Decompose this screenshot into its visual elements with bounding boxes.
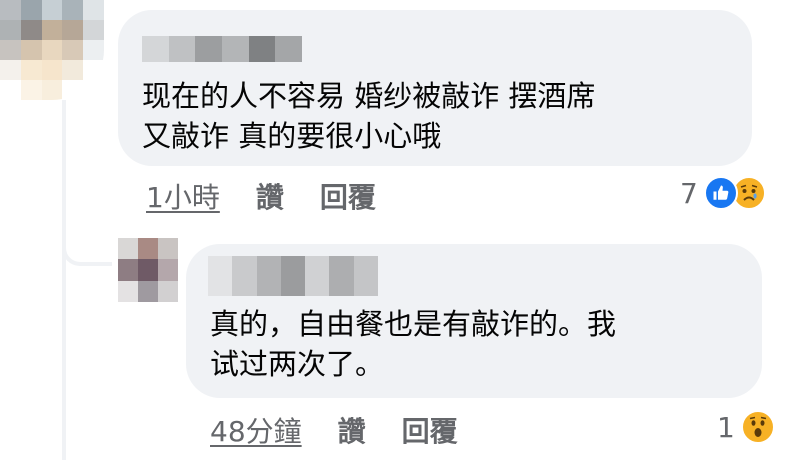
reply-button[interactable]: 回覆 xyxy=(320,176,376,216)
wow-icon xyxy=(740,410,775,444)
comment-text: 现在的人不容易 婚纱被敲诈 摆酒席 又敲诈 真的要很小心哦 xyxy=(142,79,596,153)
avatar[interactable] xyxy=(118,238,178,302)
reply-text: 真的，自由餐也是有敲诈的。我 试过两次了。 xyxy=(210,307,617,381)
reaction-summary[interactable]: 7 xyxy=(680,176,766,210)
reaction-count: 7 xyxy=(680,176,698,210)
reply-connector xyxy=(62,240,112,266)
author-name-blurred[interactable] xyxy=(208,256,378,296)
reply-actions: 48分鐘 讚 回覆 xyxy=(210,410,494,450)
reply-bubble: 真的，自由餐也是有敲诈的。我 试过两次了。 xyxy=(186,244,762,398)
reply-button[interactable]: 回覆 xyxy=(402,410,458,450)
author-name-blurred[interactable] xyxy=(142,36,303,62)
comment-timestamp[interactable]: 1小時 xyxy=(146,176,220,216)
comment-bubble: 现在的人不容易 婚纱被敲诈 摆酒席 又敲诈 真的要很小心哦 xyxy=(118,10,752,166)
like-icon xyxy=(703,176,738,210)
reaction-count: 1 xyxy=(717,410,735,444)
comment-actions: 1小時 讚 回覆 xyxy=(146,176,412,216)
like-button[interactable]: 讚 xyxy=(256,176,284,216)
reply-timestamp[interactable]: 48分鐘 xyxy=(210,410,302,450)
reaction-summary[interactable]: 1 xyxy=(717,410,775,444)
like-button[interactable]: 讚 xyxy=(338,410,366,450)
avatar[interactable] xyxy=(0,0,104,100)
thread-line xyxy=(62,100,66,460)
